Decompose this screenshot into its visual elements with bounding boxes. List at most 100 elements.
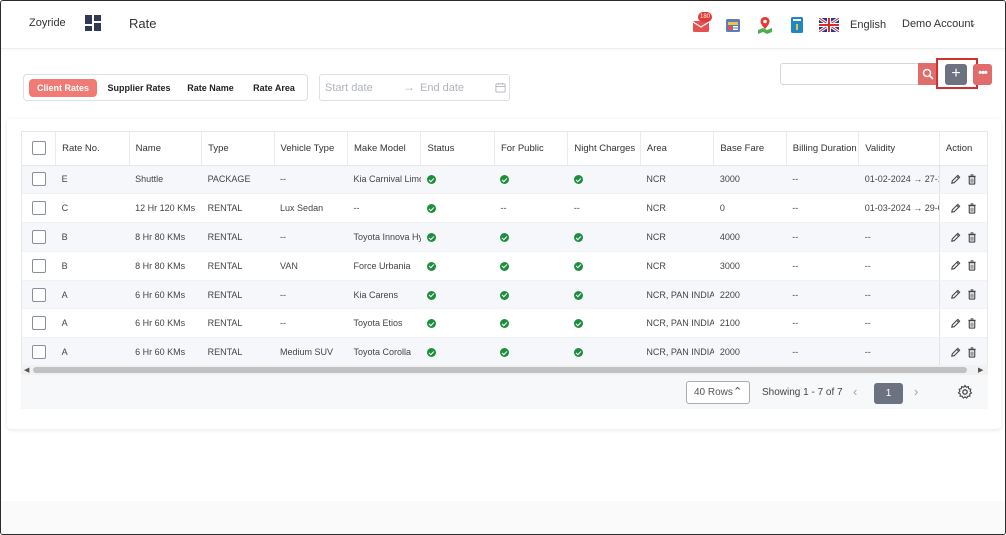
- cell-base-fare: 2100: [713, 308, 787, 339]
- col-area[interactable]: Area: [640, 132, 715, 166]
- row-checkbox[interactable]: [32, 229, 46, 244]
- map-pin-icon[interactable]: [755, 15, 775, 35]
- ellipsis-icon: •••: [978, 67, 988, 79]
- scroll-right-icon[interactable]: ▶: [978, 366, 983, 374]
- row-checkbox[interactable]: [32, 201, 46, 216]
- table-row[interactable]: A6 Hr 60 KMs RENTAL -- Kia Carens NCR, PAN I…: [22, 280, 987, 310]
- cell-night-charges: [567, 337, 641, 368]
- trash-icon[interactable]: [967, 318, 977, 329]
- search-input[interactable]: [780, 63, 921, 85]
- cell-rate-no: E: [55, 165, 130, 195]
- row-checkbox[interactable]: [32, 172, 46, 187]
- table-row[interactable]: B8 Hr 80 KMs RENTAL -- Toyota Innova Hy NCR 4…: [22, 222, 987, 252]
- cell-rate-no: A: [55, 337, 130, 368]
- row-checkbox[interactable]: [32, 316, 46, 331]
- row-select-cell: [22, 251, 56, 281]
- prev-page-button[interactable]: ‹: [853, 384, 857, 399]
- cell-name: 6 Hr 60 KMs: [129, 308, 202, 339]
- col-base-fare[interactable]: Base Fare: [713, 132, 787, 166]
- trash-icon[interactable]: [967, 260, 977, 271]
- trash-icon[interactable]: [967, 347, 977, 358]
- cell-status: [420, 193, 495, 224]
- scroll-left-icon[interactable]: ◀: [24, 366, 29, 374]
- col-vehicle-type[interactable]: Vehicle Type: [274, 132, 349, 166]
- pencil-icon[interactable]: [950, 203, 961, 214]
- row-select-cell: [22, 337, 56, 368]
- col-night-charges[interactable]: Night Charges: [567, 132, 641, 166]
- table-row[interactable]: B8 Hr 80 KMs RENTAL VAN Force Urbania NCR 300…: [22, 251, 987, 281]
- cell-validity: 01-03-2024 → 29-0: [858, 193, 940, 224]
- trash-icon[interactable]: [967, 231, 977, 243]
- col-action: Action: [938, 132, 987, 166]
- pencil-icon[interactable]: [950, 174, 961, 185]
- cell-area: NCR: [640, 251, 714, 281]
- dashboard-grid-icon[interactable]: [85, 15, 101, 31]
- date-range-picker[interactable]: Start date → End date: [319, 74, 510, 101]
- gear-icon[interactable]: [957, 384, 973, 400]
- chevron-down-icon[interactable]: ⌄: [969, 18, 977, 29]
- pencil-icon[interactable]: [950, 289, 961, 300]
- trash-icon[interactable]: [967, 203, 977, 214]
- id-card-icon[interactable]: [723, 15, 743, 35]
- table-row[interactable]: E Shuttle PACKAGE -- Kia Carnival Limo NCR 300…: [22, 165, 987, 195]
- pencil-icon[interactable]: [950, 347, 961, 358]
- cell-billing-duration: --: [786, 337, 859, 368]
- cell-rate-no: C: [55, 193, 130, 224]
- pencil-icon[interactable]: [950, 260, 961, 271]
- table-row[interactable]: C 12 Hr 120 KMs RENTAL Lux Sedan -- -- -- NCR 0-…: [22, 193, 987, 224]
- col-for-public[interactable]: For Public: [494, 132, 569, 166]
- current-page-button[interactable]: 1: [874, 383, 903, 404]
- col-type[interactable]: Type: [201, 132, 275, 166]
- col-name[interactable]: Name: [129, 132, 203, 166]
- pencil-icon[interactable]: [950, 318, 961, 329]
- cell-action: [938, 165, 987, 195]
- scrollbar-thumb[interactable]: [33, 367, 967, 373]
- cell-for-public: [494, 280, 568, 310]
- brand-name[interactable]: Zoyride: [29, 17, 66, 29]
- account-menu[interactable]: Demo Account: [902, 18, 974, 30]
- horizontal-scrollbar[interactable]: ◀ ▶: [21, 365, 988, 375]
- cell-type: RENTAL: [201, 222, 275, 252]
- pencil-icon[interactable]: [950, 232, 961, 243]
- cell-validity: --: [858, 251, 940, 281]
- row-checkbox[interactable]: [32, 287, 46, 302]
- col-make-model[interactable]: Make Model: [347, 132, 422, 166]
- tab-rate-name[interactable]: Rate Name: [181, 79, 240, 97]
- col-validity[interactable]: Validity: [858, 132, 940, 166]
- rows-per-page-select[interactable]: 40 Rows ⌃: [686, 381, 750, 404]
- end-date-input[interactable]: End date: [420, 82, 464, 94]
- table-row[interactable]: A6 Hr 60 KMs RENTAL Medium SUV Toyota Corol…: [22, 337, 987, 368]
- tab-supplier-rates[interactable]: Supplier Rates: [102, 79, 176, 97]
- cell-night-charges: [567, 280, 641, 310]
- col-billing-duration[interactable]: Billing Duration: [786, 132, 860, 166]
- table-row[interactable]: A6 Hr 60 KMs RENTAL -- Toyota Etios NCR, PAN…: [22, 308, 987, 339]
- select-all-checkbox[interactable]: [32, 141, 46, 156]
- uk-flag-icon[interactable]: [819, 18, 839, 32]
- cell-base-fare: 3000: [713, 251, 787, 281]
- trash-icon[interactable]: [967, 174, 977, 185]
- tab-rate-area[interactable]: Rate Area: [245, 79, 303, 97]
- cell-name: 12 Hr 120 KMs: [129, 193, 202, 224]
- start-date-input[interactable]: Start date: [325, 82, 373, 94]
- cell-billing-duration: --: [786, 222, 859, 252]
- cell-status: [420, 337, 495, 368]
- calendar-icon[interactable]: [495, 82, 506, 93]
- language-selector[interactable]: English: [850, 19, 886, 31]
- row-checkbox[interactable]: [32, 345, 46, 360]
- book-icon[interactable]: [787, 15, 807, 35]
- col-rate-no[interactable]: Rate No.: [55, 132, 130, 166]
- cell-billing-duration: --: [786, 308, 859, 339]
- check-circle-icon: [573, 175, 583, 185]
- chevron-up-icon: ⌃: [733, 386, 743, 398]
- cell-for-public: [494, 222, 568, 252]
- row-checkbox[interactable]: [32, 258, 46, 273]
- cell-make-model: Force Urbania: [347, 251, 421, 281]
- more-options-button[interactable]: •••: [973, 64, 992, 85]
- row-select-cell: [22, 165, 56, 195]
- search-button[interactable]: [918, 63, 938, 85]
- trash-icon[interactable]: [967, 289, 977, 300]
- tab-client-rates[interactable]: Client Rates: [29, 79, 97, 97]
- col-status[interactable]: Status: [420, 132, 495, 166]
- cell-status: [420, 280, 495, 310]
- next-page-button[interactable]: ›: [914, 384, 918, 399]
